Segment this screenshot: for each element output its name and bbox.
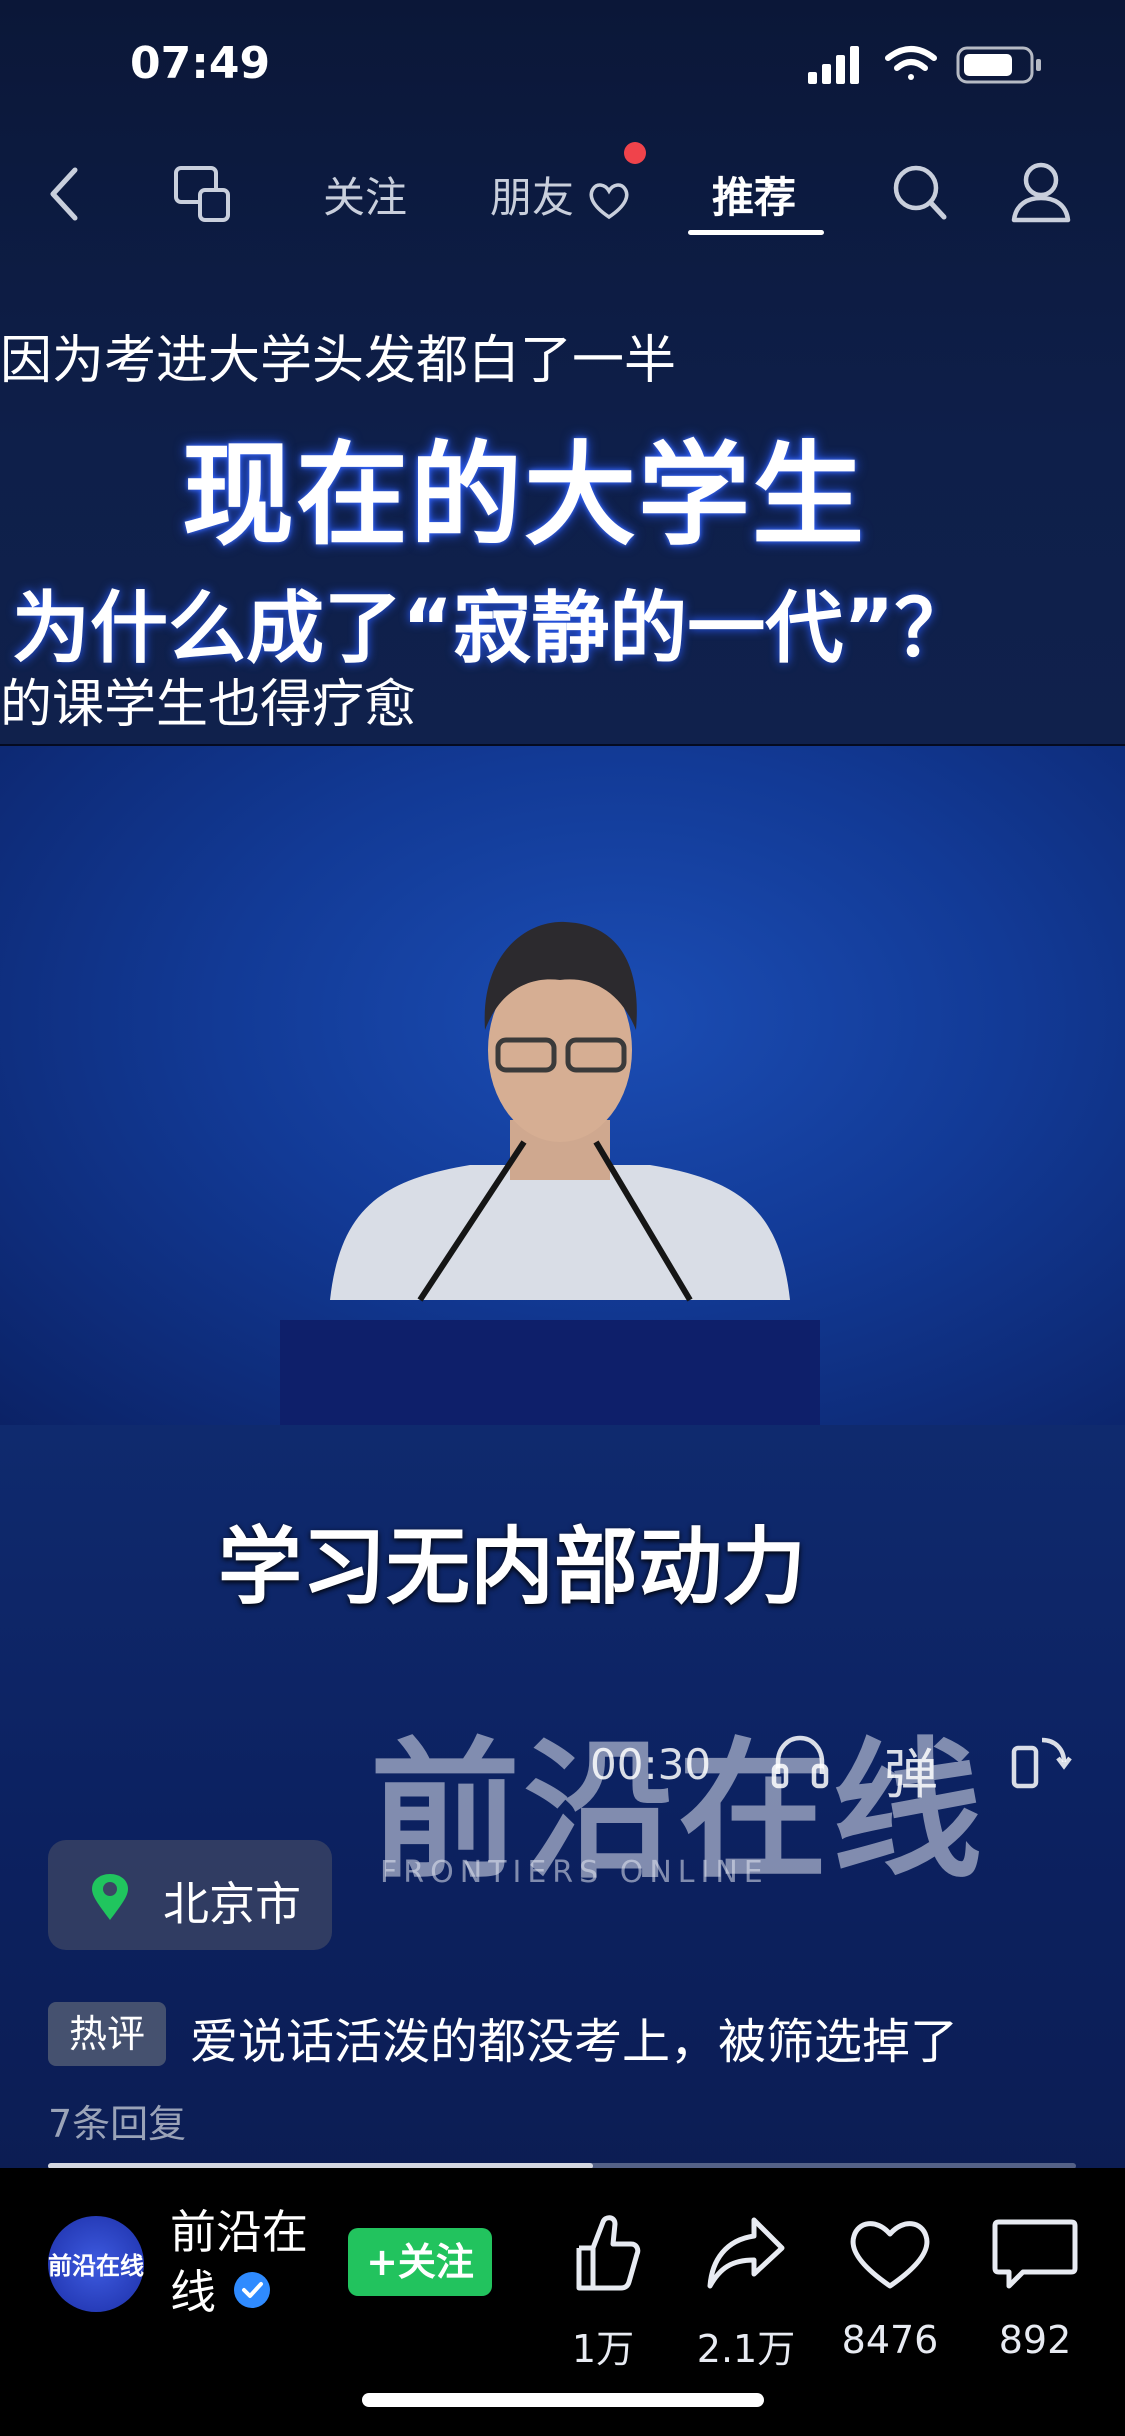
headline-1: 现在的大学生 xyxy=(182,431,866,561)
verified-icon xyxy=(234,2272,270,2308)
signal-icon xyxy=(808,46,859,84)
danmaku-toggle[interactable]: 弹 xyxy=(884,1730,938,1809)
headphone-icon[interactable] xyxy=(768,1730,832,1794)
thumbs-up-icon xyxy=(576,2215,641,2291)
tab-friends-label: 朋友 xyxy=(490,173,575,222)
comment-count: 892 xyxy=(998,2318,1072,2362)
profile-icon[interactable] xyxy=(1010,160,1072,224)
share-icon xyxy=(707,2217,785,2289)
reply-count[interactable]: 7条回复 xyxy=(48,2093,186,2148)
active-tab-underline xyxy=(688,230,824,235)
share-count: 2.1万 xyxy=(696,2327,796,2371)
like-button[interactable]: 1万 xyxy=(543,2208,663,2371)
favorite-count: 8476 xyxy=(841,2318,939,2362)
multi-device-icon[interactable] xyxy=(172,164,234,226)
status-time: 07:49 xyxy=(130,38,271,89)
battery-icon xyxy=(956,46,1041,84)
share-button[interactable]: 2.1万 xyxy=(686,2208,806,2371)
status-icons xyxy=(808,46,1041,84)
hot-comment-badge: 热评 xyxy=(48,2002,166,2066)
back-icon[interactable] xyxy=(45,164,85,224)
rotate-screen-icon[interactable] xyxy=(1008,1730,1072,1794)
top-nav: 关注 朋友 推荐 xyxy=(0,150,1125,240)
panel-divider xyxy=(0,744,1125,746)
favorite-button[interactable]: 8476 xyxy=(830,2208,950,2362)
friends-notification-dot xyxy=(624,142,646,164)
speaker-image xyxy=(280,921,820,1425)
tab-following[interactable]: 关注 xyxy=(323,164,407,225)
follow-button[interactable]: +关注 xyxy=(348,2228,492,2296)
location-chip[interactable]: 北京市 xyxy=(48,1840,332,1950)
like-count: 1万 xyxy=(571,2327,635,2371)
caption-line-2: 的课学生也得疗愈 xyxy=(0,675,417,735)
heart-icon xyxy=(589,182,629,219)
wifi-icon xyxy=(885,46,937,80)
location-label: 北京市 xyxy=(163,1877,301,1931)
search-icon[interactable] xyxy=(890,162,950,224)
comment-icon xyxy=(992,2219,1078,2289)
tab-recommend[interactable]: 推荐 xyxy=(712,164,796,225)
hot-comment-text[interactable]: 爱说话活泼的都没考上，被筛选掉了 xyxy=(190,2002,958,2072)
caption-line-1: 因为考进大学头发都白了一半 xyxy=(0,331,677,391)
avatar-text: 前沿在线 xyxy=(48,2252,144,2280)
comment-button[interactable]: 892 xyxy=(975,2208,1095,2362)
watermark-logo-english: FRONTIERS ONLINE xyxy=(380,1855,769,1890)
home-indicator[interactable] xyxy=(362,2393,764,2407)
danmaku-label: 弹 xyxy=(884,1743,938,1806)
video-subtitle: 学习无内部动力 xyxy=(218,1518,807,1616)
heart-outline-icon xyxy=(850,2221,930,2289)
tab-friends[interactable]: 朋友 xyxy=(490,164,631,225)
location-pin-icon xyxy=(92,1874,128,1920)
playback-time: 00:30 xyxy=(590,1740,712,1789)
account-avatar[interactable]: 前沿在线 xyxy=(48,2216,144,2312)
